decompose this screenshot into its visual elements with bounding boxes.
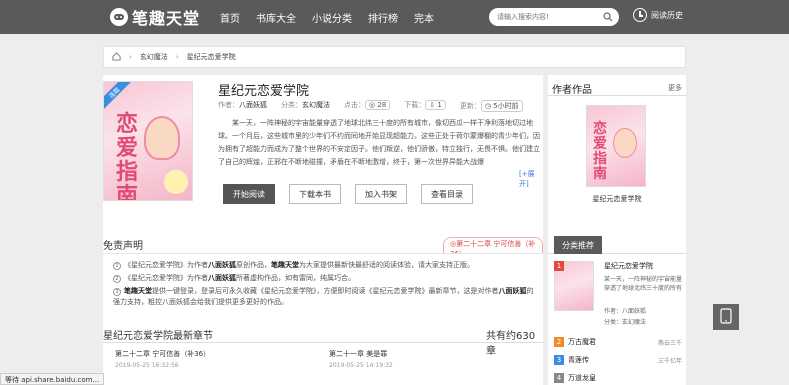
- rank-number: 2: [554, 337, 564, 347]
- recommended-book-author: 作者：八面妖狐: [604, 308, 647, 315]
- chapters-count: 共有约630章: [486, 331, 536, 357]
- recommended-book-category: 分类：玄幻魔法: [604, 319, 647, 326]
- rank-item[interactable]: 2 万古魔君 燕云三千: [554, 337, 682, 347]
- breadcrumb-separator: ›: [129, 53, 132, 61]
- author-work-cover[interactable]: 恋爱指南: [586, 105, 646, 187]
- book-cover[interactable]: 连载 恋爱指南: [103, 81, 193, 201]
- updated-time: ◷ 5小时前: [480, 100, 523, 112]
- rank-number: 4: [554, 373, 564, 383]
- sidebar: 作者作品 更多 恋爱指南 星纪元恋爱学院 分类推荐 1 星纪元恋爱学院 某一天，…: [548, 75, 686, 385]
- cover-title: 恋爱指南: [116, 111, 139, 201]
- disclaimer-line: 2 《星纪元恋爱学院》为作者八面妖狐所著虚构作品，如有雷同，纯属巧合。: [113, 273, 538, 284]
- rank-number: 3: [554, 355, 564, 365]
- rank-number: 1: [554, 261, 564, 271]
- author-name[interactable]: 八面妖狐: [239, 101, 267, 109]
- download-book-button[interactable]: 下载本书: [289, 184, 341, 204]
- author-label: 作者：: [218, 101, 239, 109]
- chapter-item[interactable]: 第二十二章 宁可信善（补36） 2019-05-25 16:32:56: [115, 349, 210, 369]
- category-recommend-tab[interactable]: 分类推荐: [554, 236, 602, 254]
- rank-title[interactable]: 万古魔君: [568, 337, 596, 347]
- disclaimer-line: 1 《星纪元恋爱学院》为作者八面妖狐原创作品，笔趣天堂为大家提供最新快最舒适的阅读…: [113, 260, 538, 271]
- chapters-header: 星纪元恋爱学院最新章节 共有约630章: [103, 325, 543, 357]
- nav-completed[interactable]: 完本: [414, 10, 434, 25]
- rank-item[interactable]: 3 青莲传 三千亿年: [554, 355, 682, 365]
- cover-illustration: [144, 116, 180, 160]
- nav-home[interactable]: 首页: [220, 10, 240, 25]
- recommended-book-desc: 某一天，一阵神秘的宇宙能量穿透了地球北纬三十度的所有: [604, 276, 683, 292]
- book-meta: 作者：八面妖狐 分类：玄幻魔法 点击： ◎ 28 下载： ⇩ 1 更新： ◷ 5小时前: [218, 100, 537, 112]
- reading-history-label: 阅读历史: [651, 10, 683, 20]
- chapter-date: 2019-05-25 14:19:32: [329, 362, 393, 369]
- nav-library[interactable]: 书库大全: [256, 10, 296, 25]
- rank-title[interactable]: 万道龙皇: [568, 373, 596, 383]
- rank-author: 三千亿年: [657, 357, 682, 365]
- book-description: 某一天，一阵神秘的宇宙能量穿透了地球北纬三十度的所有城市，像切西瓜一样干净利落地…: [218, 119, 540, 166]
- tablet-icon: [720, 308, 732, 326]
- cover-title: 恋爱指南: [593, 121, 607, 182]
- line-number: 1: [113, 262, 121, 270]
- rank-author: 燕云三千: [657, 339, 682, 347]
- search-input[interactable]: [497, 13, 597, 21]
- view-toc-button[interactable]: 查看目录: [421, 184, 473, 204]
- start-reading-button[interactable]: 开始阅读: [223, 184, 275, 204]
- game-controller-icon: [110, 8, 128, 26]
- chapter-date: 2019-05-25 16:32:56: [115, 362, 179, 369]
- chapter-title[interactable]: 第二十二章 宁可信善（补36）: [115, 350, 210, 358]
- home-icon[interactable]: [112, 51, 121, 63]
- line-number: 2: [113, 275, 121, 283]
- breadcrumb-book: 星纪元恋爱学院: [186, 53, 236, 61]
- browser-status-bar: 等待 api.share.baidu.com...: [0, 373, 105, 385]
- breadcrumb-separator: ›: [175, 53, 179, 61]
- category-label: 分类：: [281, 101, 302, 109]
- breadcrumb: › 玄幻魔法 › 星纪元恋爱学院: [103, 46, 686, 68]
- expand-description-link[interactable]: [+展开]: [519, 169, 543, 189]
- chapters-title: 星纪元恋爱学院最新章节: [103, 331, 213, 342]
- reading-history-button[interactable]: 阅读历史: [633, 8, 683, 22]
- book-info-panel: 连载 恋爱指南 星纪元恋爱学院 作者：八面妖狐 分类：玄幻魔法 点击： ◎ 28 …: [103, 75, 543, 385]
- author-work-name[interactable]: 星纪元恋爱学院: [548, 194, 686, 204]
- mobile-view-button[interactable]: [713, 304, 739, 330]
- disclaimer-title: 免责声明: [103, 241, 143, 252]
- top-navigation-bar: 笔趣天堂 首页 书库大全 小说分类 排行榜 完本 阅读历史: [0, 0, 789, 34]
- nav-rankings[interactable]: 排行榜: [368, 10, 398, 25]
- author-works-title: 作者作品: [552, 85, 592, 96]
- main-nav: 首页 书库大全 小说分类 排行榜 完本: [220, 10, 450, 25]
- breadcrumb-category[interactable]: 玄幻魔法: [140, 52, 168, 62]
- clicks-count: ◎ 28: [365, 100, 391, 110]
- downloads-count: ⇩ 1: [425, 100, 446, 110]
- action-buttons: 开始阅读 下载本书 加入书架 查看目录: [223, 184, 487, 204]
- site-logo-text: 笔趣天堂: [132, 9, 201, 28]
- site-logo[interactable]: 笔趣天堂: [110, 5, 200, 29]
- category-name[interactable]: 玄幻魔法: [302, 101, 330, 109]
- divider: [548, 95, 686, 96]
- cover-illustration: [613, 128, 637, 158]
- search-box: [489, 8, 619, 26]
- chapter-title[interactable]: 第二十一章 美是罪: [329, 350, 387, 358]
- serializing-ribbon: 连载: [104, 82, 135, 113]
- search-icon[interactable]: [603, 12, 613, 22]
- clock-icon: [633, 8, 647, 22]
- downloads-label: 下载：: [404, 101, 426, 109]
- cover-badge: [164, 170, 188, 194]
- add-to-shelf-button[interactable]: 加入书架: [355, 184, 407, 204]
- book-title: 星纪元恋爱学院: [218, 84, 310, 99]
- more-link[interactable]: 更多: [668, 83, 682, 93]
- nav-categories[interactable]: 小说分类: [312, 10, 352, 25]
- clicks-label: 点击：: [344, 101, 365, 109]
- recommended-book-title[interactable]: 星纪元恋爱学院: [604, 261, 653, 271]
- rank-title[interactable]: 青莲传: [568, 355, 589, 365]
- updated-label: 更新：: [459, 102, 481, 110]
- disclaimer-line: 3 笔趣天堂提供一键登录，登录后可永久收藏《星纪元恋爱学院》，方便即时阅读《星纪元…: [113, 287, 534, 306]
- line-number: 3: [113, 288, 121, 296]
- chapter-item[interactable]: 第二十一章 美是罪 2019-05-25 14:19:32: [329, 349, 393, 369]
- rank-item[interactable]: 4 万道龙皇: [554, 373, 682, 383]
